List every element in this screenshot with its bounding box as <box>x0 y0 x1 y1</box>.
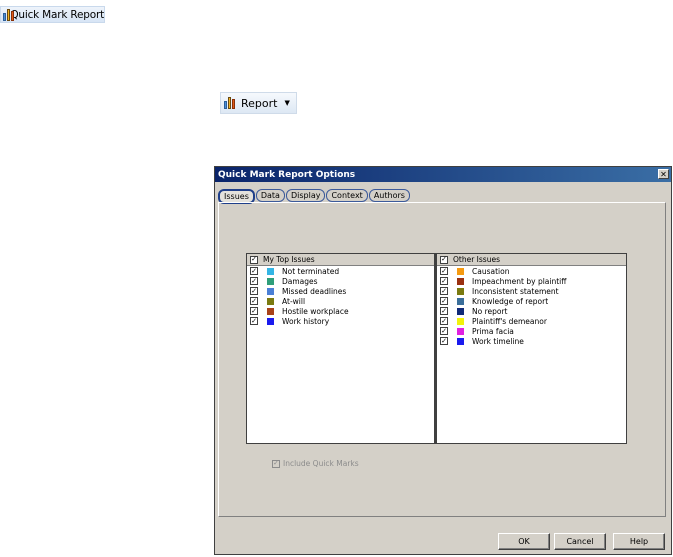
other-issues-select-all-checkbox[interactable]: ✓ <box>440 255 448 264</box>
include-quick-marks-checkbox[interactable]: ✓ <box>272 459 280 468</box>
issue-checkbox[interactable]: ✓ <box>250 317 258 325</box>
issue-color-swatch <box>267 317 274 325</box>
issue-checkbox[interactable]: ✓ <box>250 307 258 315</box>
issue-row[interactable]: ✓ Inconsistent statement <box>437 286 626 296</box>
other-issues-header-label: Other Issues <box>453 255 500 264</box>
report-label: Report <box>241 96 278 110</box>
issue-color-swatch <box>457 297 464 305</box>
issue-label: At-will <box>282 296 306 306</box>
dialog-title: Quick Mark Report Options <box>218 169 356 180</box>
issue-color-swatch <box>457 317 464 325</box>
issue-row[interactable]: ✓ Causation <box>437 266 626 276</box>
issue-color-swatch <box>267 307 274 315</box>
issue-color-swatch <box>267 287 274 295</box>
issue-color-swatch <box>457 337 464 345</box>
issue-label: Not terminated <box>282 266 340 276</box>
issue-color-swatch <box>457 327 464 335</box>
tab-data[interactable]: Data <box>255 189 285 202</box>
issue-row[interactable]: ✓ No report <box>437 306 626 316</box>
top-issues-select-all-checkbox[interactable]: ✓ <box>250 255 258 264</box>
issue-color-swatch <box>267 297 274 305</box>
issue-checkbox[interactable]: ✓ <box>440 337 448 345</box>
issue-checkbox[interactable]: ✓ <box>250 287 258 295</box>
issue-label: Prima facia <box>472 326 514 336</box>
tab-context[interactable]: Context <box>326 189 368 202</box>
issue-label: Knowledge of report <box>472 296 549 306</box>
issue-color-swatch <box>457 277 464 285</box>
ok-button[interactable]: OK <box>498 533 550 550</box>
issue-row[interactable]: ✓ Prima facia <box>437 326 626 336</box>
issue-label: Work history <box>282 316 330 326</box>
issue-row[interactable]: ✓ Plaintiff's demeanor <box>437 316 626 326</box>
issue-checkbox[interactable]: ✓ <box>440 307 448 315</box>
issue-row[interactable]: ✓ Knowledge of report <box>437 296 626 306</box>
include-quick-marks-option[interactable]: ✓ Include Quick Marks <box>272 459 359 468</box>
issue-color-swatch <box>457 267 464 275</box>
quick-mark-report-button[interactable]: Quick Mark Report <box>0 6 105 23</box>
issue-row[interactable]: ✓ Impeachment by plaintiff <box>437 276 626 286</box>
tab-authors[interactable]: Authors <box>368 189 410 202</box>
issue-color-swatch <box>457 307 464 315</box>
issue-checkbox[interactable]: ✓ <box>250 267 258 275</box>
chevron-down-icon: ▼ <box>284 99 290 107</box>
report-dropdown-button[interactable]: Report ▼ <box>220 92 297 114</box>
quick-mark-report-label: Quick Mark Report <box>10 8 104 21</box>
issue-row[interactable]: ✓ Missed deadlines <box>247 286 434 296</box>
issue-color-swatch <box>267 267 274 275</box>
issue-checkbox[interactable]: ✓ <box>250 277 258 285</box>
issue-row[interactable]: ✓ Damages <box>247 276 434 286</box>
issue-label: Missed deadlines <box>282 286 347 296</box>
issue-label: Impeachment by plaintiff <box>472 276 567 286</box>
issue-checkbox[interactable]: ✓ <box>440 267 448 275</box>
issue-label: Work timeline <box>472 336 524 346</box>
quick-mark-report-options-dialog: Quick Mark Report Options ✕ Issues Data Di… <box>214 166 672 555</box>
issue-row[interactable]: ✓ Hostile workplace <box>247 306 434 316</box>
issue-checkbox[interactable]: ✓ <box>440 297 448 305</box>
top-issues-list[interactable]: ✓ My Top Issues ✓ Not terminated ✓ Damages ✓… <box>246 253 436 444</box>
issue-checkbox[interactable]: ✓ <box>440 277 448 285</box>
issue-row[interactable]: ✓ Work timeline <box>437 336 626 346</box>
tab-display[interactable]: Display <box>285 189 326 202</box>
issues-tab-panel: ✓ My Top Issues ✓ Not terminated ✓ Damages ✓… <box>218 202 666 517</box>
top-issues-header: ✓ My Top Issues <box>247 254 434 266</box>
close-icon[interactable]: ✕ <box>658 169 669 179</box>
issue-row[interactable]: ✓ Not terminated <box>247 266 434 276</box>
issue-label: No report <box>472 306 508 316</box>
bar-chart-icon <box>3 8 14 22</box>
issue-color-swatch <box>457 287 464 295</box>
bar-chart-icon <box>224 96 238 110</box>
include-quick-marks-label: Include Quick Marks <box>283 459 359 468</box>
issue-row[interactable]: ✓ At-will <box>247 296 434 306</box>
issue-label: Plaintiff's demeanor <box>472 316 547 326</box>
issue-label: Hostile workplace <box>282 306 349 316</box>
issue-color-swatch <box>267 277 274 285</box>
cancel-button[interactable]: Cancel <box>554 533 606 550</box>
issue-label: Causation <box>472 266 510 276</box>
other-issues-header: ✓ Other Issues <box>437 254 626 266</box>
issue-label: Inconsistent statement <box>472 286 559 296</box>
dialog-titlebar: Quick Mark Report Options ✕ <box>215 167 671 182</box>
issue-checkbox[interactable]: ✓ <box>440 327 448 335</box>
issue-label: Damages <box>282 276 318 286</box>
issue-checkbox[interactable]: ✓ <box>440 287 448 295</box>
other-issues-list[interactable]: ✓ Other Issues ✓ Causation ✓ Impeachment by… <box>436 253 627 444</box>
issue-row[interactable]: ✓ Work history <box>247 316 434 326</box>
issue-checkbox[interactable]: ✓ <box>250 297 258 305</box>
issue-checkbox[interactable]: ✓ <box>440 317 448 325</box>
top-issues-header-label: My Top Issues <box>263 255 315 264</box>
help-button[interactable]: Help <box>613 533 665 550</box>
